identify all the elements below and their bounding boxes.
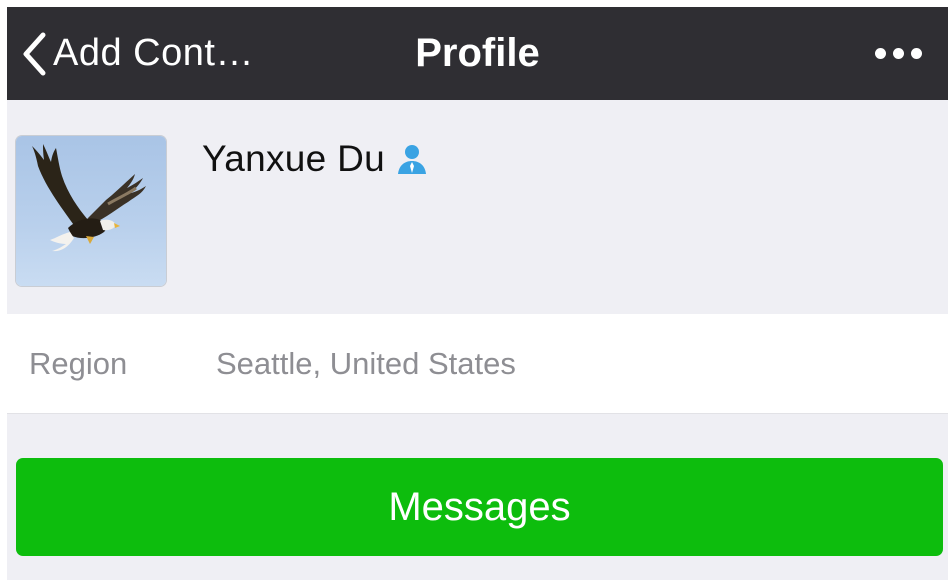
region-value: Seattle, United States [216,346,516,381]
navigation-bar: Add Cont… Profile [7,7,948,100]
more-options-button[interactable] [868,7,928,100]
more-icon [874,48,922,59]
profile-name: Yanxue Du [202,138,386,179]
eagle-photo [16,136,166,286]
region-row[interactable]: Region Seattle, United States [7,314,948,414]
region-label: Region [29,346,128,381]
contact-person-icon [398,145,427,174]
profile-name-row: Yanxue Du [202,138,429,180]
avatar[interactable] [16,136,166,286]
back-button-label: Add Cont… [53,32,254,74]
app-frame: Add Cont… Profile Yanxue Du Region Seatt… [7,7,948,580]
chevron-left-icon [23,32,46,75]
back-button[interactable]: Add Cont… [21,7,254,100]
messages-button[interactable]: Messages [16,458,943,556]
profile-header: Yanxue Du [7,100,948,314]
